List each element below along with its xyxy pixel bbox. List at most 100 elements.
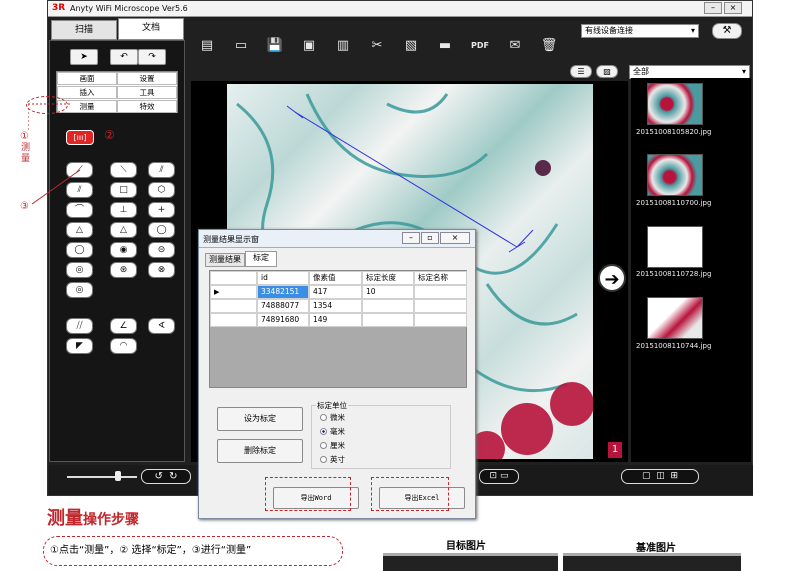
circle-center-tool-icon[interactable]: ◉	[110, 242, 137, 258]
row-selector[interactable]	[210, 313, 257, 327]
image-view-icon[interactable]: ▨	[596, 65, 618, 78]
circle-distance-tool-icon[interactable]: ⊗	[148, 262, 175, 278]
device-select[interactable]: 有线设备连接 ▾	[581, 24, 699, 38]
ring-tool-icon[interactable]: ◎	[66, 282, 93, 298]
next-arrow-icon[interactable]: ➔	[598, 264, 626, 292]
thumbnail-panel: 20151008105820.jpg 20151008110700.jpg 20…	[631, 78, 751, 462]
table-cell[interactable]: 10	[362, 285, 414, 299]
print-icon[interactable]: ▬	[436, 37, 454, 55]
menu-settings[interactable]: 设置	[117, 72, 177, 85]
tab-scan[interactable]: 扫描	[51, 20, 117, 40]
title-bar: 3R Anyty WiFi Microscope Ver5.6 – ×	[48, 1, 752, 17]
reference-image-label: 基准图片	[636, 543, 676, 554]
device-select-value: 有线设备连接	[585, 26, 633, 35]
table-cell[interactable]	[362, 313, 414, 327]
row-selector-icon[interactable]: ▶	[210, 285, 257, 299]
mail-icon[interactable]: ✉	[506, 37, 524, 55]
save-icon[interactable]: 💾	[266, 37, 284, 55]
table-cell[interactable]	[414, 285, 467, 299]
thumbnail-image-2[interactable]	[647, 154, 703, 196]
tab-calibration[interactable]: 标定	[245, 251, 277, 267]
unit-option-millimeter[interactable]: 毫米	[320, 426, 345, 437]
delete-calibration-button[interactable]: 删除标定	[217, 439, 303, 463]
set-calibration-button[interactable]: 设为标定	[217, 407, 303, 431]
scissors-icon[interactable]: ✂	[368, 37, 386, 55]
menu-effects[interactable]: 特效	[117, 100, 177, 113]
thumbnail-image-1[interactable]	[647, 83, 703, 125]
slash-tool-icon[interactable]: ⟍	[110, 162, 137, 178]
thumbnail-image-4[interactable]	[647, 297, 703, 339]
dialog-maximize-icon[interactable]: ▫	[421, 232, 439, 244]
steps-instructions: ①点击“测量”，② 选择“标定”，③进行“测量”	[43, 536, 343, 566]
rectangle-tool-icon[interactable]: □	[110, 182, 137, 198]
double-line-tool-icon[interactable]: ⧸⧸	[66, 318, 93, 334]
table-cell[interactable]: 74891680	[257, 313, 309, 327]
perpendicular-tool-icon[interactable]: ⊥	[110, 202, 137, 218]
layout-buttons[interactable]: ▢ ◫ ⊞	[621, 469, 699, 484]
menu-insert[interactable]: 插入	[57, 86, 117, 99]
angle-arc-tool-icon[interactable]: ∢	[148, 318, 175, 334]
pdf-icon[interactable]: PDF	[468, 37, 492, 55]
app-logo: 3R	[52, 3, 66, 13]
circle-tool-icon[interactable]: ◯	[66, 242, 93, 258]
close-icon[interactable]: ×	[724, 2, 742, 14]
fit-buttons[interactable]: ⊡ ▭	[479, 469, 519, 484]
thumbnail-image-3[interactable]	[647, 226, 703, 268]
cross-tool-icon[interactable]: +	[148, 202, 175, 218]
row-selector[interactable]	[210, 299, 257, 313]
filter-select[interactable]: 全部 ▾	[629, 65, 750, 79]
triangle-angle-tool-icon[interactable]: △	[110, 222, 137, 238]
parallel-tool-icon[interactable]: ⫽	[148, 162, 175, 178]
menu-view[interactable]: 画面	[57, 72, 117, 85]
unit-option-inch[interactable]: 英寸	[320, 454, 345, 465]
trash-icon[interactable]: 🗑	[540, 37, 558, 55]
rotate-buttons[interactable]: ↺ ↻	[141, 469, 191, 484]
file-toolbar: ▤ ▭ 💾 ▣ ▥ ✂ ▧ ▬ PDF ✉ 🗑	[188, 21, 608, 61]
paste-icon[interactable]: ▧	[402, 37, 420, 55]
dialog-title: 测量结果显示窗	[203, 235, 259, 244]
undo-icon[interactable]: ↶	[110, 49, 138, 65]
table-cell[interactable]	[414, 313, 467, 327]
table-cell[interactable]: 33482151	[257, 285, 309, 299]
zoom-slider-handle[interactable]	[115, 471, 121, 481]
mode-tabs: 扫描 文档	[49, 18, 185, 40]
copy-icon[interactable]: ▥	[334, 37, 352, 55]
unit-group-label: 标定单位	[316, 400, 348, 411]
cell-spot	[535, 160, 551, 176]
dialog-minimize-icon[interactable]: –	[402, 232, 420, 244]
table-cell[interactable]: 74888077	[257, 299, 309, 313]
table-cell[interactable]: 1354	[309, 299, 362, 313]
minimize-icon[interactable]: –	[704, 2, 722, 14]
pointer-icon[interactable]: ➤	[70, 49, 98, 65]
table-cell[interactable]	[414, 299, 467, 313]
folder-icon[interactable]: ▭	[232, 37, 250, 55]
redo-icon[interactable]: ↷	[138, 49, 166, 65]
triangle-tool-icon[interactable]: △	[66, 222, 93, 238]
dialog-close-icon[interactable]: ×	[440, 232, 470, 244]
tab-measure-result[interactable]: 测量结果	[205, 253, 245, 267]
tab-document[interactable]: 文档	[118, 18, 184, 40]
list-view-icon[interactable]: ☰	[570, 65, 592, 78]
radio-icon	[320, 456, 327, 463]
polygon-tool-icon[interactable]: ⬡	[148, 182, 175, 198]
corner-tool-icon[interactable]: ◤	[66, 338, 93, 354]
two-circle-tool-icon[interactable]: ⊛	[110, 262, 137, 278]
concentric-tool-icon[interactable]: ◎	[66, 262, 93, 278]
document-icon[interactable]: ▤	[198, 37, 216, 55]
unit-option-micron[interactable]: 微米	[320, 412, 345, 423]
unit-option-centimeter[interactable]: 厘米	[320, 440, 345, 451]
semicircle-tool-icon[interactable]: ◠	[110, 338, 137, 354]
column-header-name: 标定名称	[414, 271, 467, 285]
thumbnail-caption-4: 20151008110744.jpg	[636, 342, 712, 350]
angle-tool-icon[interactable]: ∠	[110, 318, 137, 334]
ellipse-tool-icon[interactable]: ◯	[148, 222, 175, 238]
save-as-icon[interactable]: ▣	[300, 37, 318, 55]
table-cell[interactable]: 417	[309, 285, 362, 299]
tools-settings-icon[interactable]: ⚒	[712, 23, 742, 39]
circle-radius-tool-icon[interactable]: ⊝	[148, 242, 175, 258]
target-image-label: 目标图片	[446, 541, 486, 552]
table-cell[interactable]	[362, 299, 414, 313]
menu-tools[interactable]: 工具	[117, 86, 177, 99]
zoom-slider[interactable]	[67, 476, 137, 478]
table-cell[interactable]: 149	[309, 313, 362, 327]
